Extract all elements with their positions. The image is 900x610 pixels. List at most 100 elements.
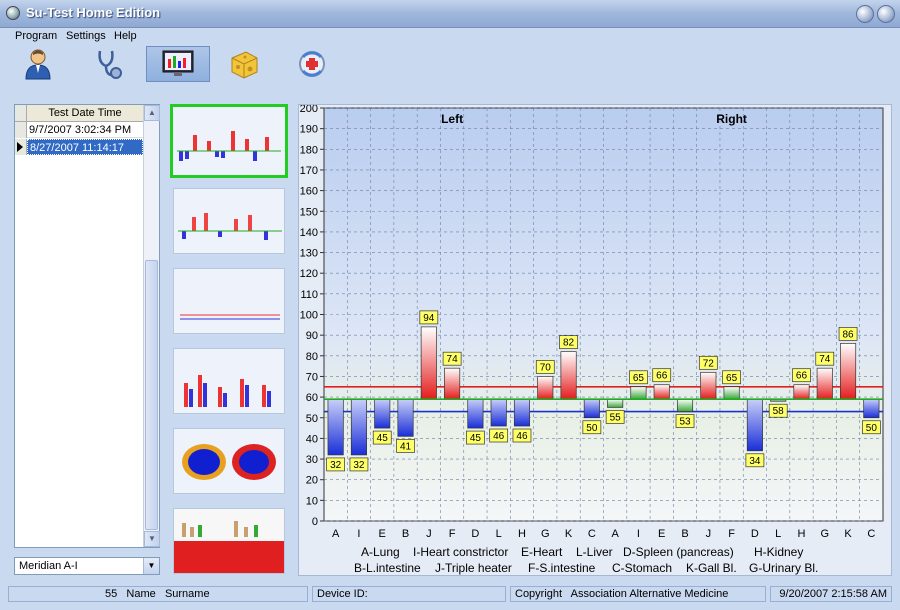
- status-bar: 55 Name Surname Device ID: Copyright Ass…: [8, 586, 892, 604]
- chart-view-button[interactable]: [146, 46, 210, 82]
- x-tick-label: C: [588, 528, 596, 540]
- bar: [863, 398, 880, 419]
- thumbnail-empty-chart[interactable]: [173, 268, 285, 334]
- bar: [467, 398, 484, 429]
- y-tick-label: 150: [300, 206, 318, 218]
- cheese-button[interactable]: [224, 46, 264, 82]
- x-tick-label: H: [798, 528, 806, 540]
- menu-program[interactable]: Program: [15, 30, 57, 42]
- scroll-thumb[interactable]: [145, 260, 158, 530]
- data-label: 65: [726, 373, 738, 384]
- status-device-label: Device ID:: [312, 586, 506, 602]
- scroll-down-icon[interactable]: ▼: [144, 531, 160, 547]
- legend-item: D-Spleen (pancreas): [623, 545, 734, 559]
- bar: [746, 398, 763, 452]
- y-tick-label: 10: [306, 495, 318, 507]
- mini-paired-bar-chart: [174, 349, 284, 413]
- chart-canvas: 0 10 20 30 40 50 60 70 80 90 100 110 120 130 140 150 160…: [300, 105, 884, 575]
- test-date-grid[interactable]: Test Date Time 9/7/2007 3:02:34 PM 8/27/…: [14, 104, 160, 548]
- grid-scrollbar[interactable]: ▲ ▼: [143, 105, 160, 547]
- bar: [327, 398, 344, 456]
- data-label: 45: [377, 433, 389, 444]
- mini-report-chart: [174, 509, 284, 573]
- scroll-up-icon[interactable]: ▲: [144, 105, 160, 121]
- y-tick-label: 50: [306, 413, 318, 425]
- bar: [374, 398, 391, 429]
- menu-bar: Program Settings Help: [0, 28, 900, 44]
- legend-item: B-L.intestine: [354, 561, 421, 575]
- x-tick-label: J: [706, 528, 712, 540]
- meridian-select[interactable]: Meridian A-I ▼: [14, 557, 160, 575]
- x-tick-label: I: [637, 528, 640, 540]
- bar: [816, 367, 833, 400]
- title-bar: Su-Test Home Edition: [0, 0, 900, 28]
- remedy-button[interactable]: [292, 46, 332, 82]
- thumbnail-bar-chart-selected[interactable]: [170, 104, 288, 178]
- x-tick-label: G: [541, 528, 550, 540]
- data-label: 58: [773, 406, 785, 417]
- bar: [490, 398, 507, 427]
- data-label: 72: [703, 358, 715, 369]
- data-label: 65: [633, 373, 645, 384]
- y-tick-label: 140: [300, 227, 318, 239]
- close-button[interactable]: [877, 5, 895, 23]
- mini-circle-chart: [174, 429, 284, 493]
- legend-item: H-Kidney: [754, 545, 803, 559]
- x-tick-label: B: [402, 528, 409, 540]
- patient-icon: [25, 49, 51, 80]
- data-label: 32: [353, 460, 365, 471]
- diagnose-button[interactable]: [88, 46, 128, 82]
- x-tick-label: E: [658, 528, 665, 540]
- x-tick-label: F: [449, 528, 456, 540]
- thumbnail-bar-chart[interactable]: [173, 188, 285, 254]
- legend-item: E-Heart: [521, 545, 563, 559]
- data-label: 66: [656, 371, 668, 382]
- data-label: 34: [749, 456, 761, 467]
- legend-item: L-Liver: [576, 545, 613, 559]
- grid-column-header[interactable]: Test Date Time: [27, 105, 143, 122]
- x-tick-label: B: [681, 528, 688, 540]
- data-label: 50: [866, 423, 878, 434]
- bar: [653, 384, 670, 400]
- chevron-down-icon[interactable]: ▼: [143, 558, 159, 574]
- app-icon[interactable]: [6, 6, 20, 20]
- right-group-label: Right: [716, 112, 747, 126]
- bar: [444, 367, 461, 400]
- minimize-button[interactable]: [856, 5, 874, 23]
- thumbnail-paired-bars[interactable]: [173, 348, 285, 414]
- y-tick-label: 110: [300, 289, 318, 301]
- table-row[interactable]: 9/7/2007 3:02:34 PM: [27, 122, 143, 138]
- status-name-value: Surname: [164, 588, 210, 600]
- data-label: 53: [679, 417, 691, 428]
- meridian-bar-chart: 0 10 20 30 40 50 60 70 80 90 100 110 120 130 140 150 160…: [298, 104, 892, 576]
- x-tick-label: I: [357, 528, 360, 540]
- patient-button[interactable]: [18, 46, 58, 82]
- bar: [397, 398, 414, 437]
- bar: [840, 343, 857, 400]
- legend-item: C-Stomach: [612, 561, 672, 575]
- y-tick-label: 200: [300, 105, 318, 115]
- x-tick-label: A: [332, 528, 340, 540]
- table-row[interactable]: 8/27/2007 11:14:17 AM: [27, 139, 143, 170]
- legend-item: I-Heart constrictor: [413, 545, 508, 559]
- legend-item: A-Lung: [361, 545, 400, 559]
- window-title: Su-Test Home Edition: [26, 5, 161, 20]
- y-tick-label: 80: [306, 351, 318, 363]
- mini-bar-chart: [173, 107, 285, 175]
- data-label: 41: [400, 441, 412, 452]
- menu-help[interactable]: Help: [114, 30, 137, 42]
- bar: [607, 398, 624, 408]
- legend-item: J-Triple heater: [435, 561, 512, 575]
- data-label: 55: [610, 412, 622, 423]
- menu-settings[interactable]: Settings: [66, 30, 106, 42]
- row-indicator: [15, 122, 27, 138]
- y-tick-label: 190: [300, 124, 318, 136]
- data-label: 50: [586, 423, 598, 434]
- y-tick-label: 170: [300, 165, 318, 177]
- x-tick-label: E: [379, 528, 386, 540]
- thumbnail-circles[interactable]: [173, 428, 285, 494]
- thumbnail-report[interactable]: [173, 508, 285, 574]
- bar: [513, 398, 531, 427]
- status-copyright-value: Association Alternative Medicine: [570, 588, 729, 600]
- x-tick-label: D: [751, 528, 759, 540]
